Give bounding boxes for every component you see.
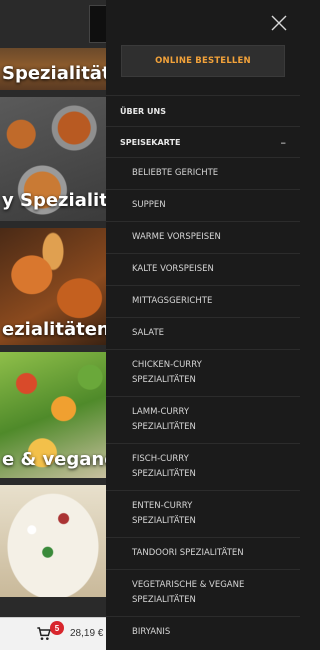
submenu-item[interactable]: BIRYANIS: [106, 616, 300, 648]
category-card[interactable]: Spezialitäten: [0, 48, 106, 90]
submenu-label-line2: SPEZIALITÄTEN: [132, 595, 196, 605]
submenu-label: KALTE VORSPEISEN: [132, 264, 214, 274]
category-label: Spezialitäten: [2, 63, 106, 84]
nav-drawer: ONLINE BESTELLEN ÜBER UNS SPEISEKARTE – …: [106, 0, 300, 650]
submenu-label: BELIEBTE GERICHTE: [132, 168, 219, 178]
submenu-item[interactable]: TANDOORI SPEZIALITÄTEN: [106, 537, 300, 569]
submenu-item[interactable]: LAMM-CURRY SPEZIALITÄTEN: [106, 396, 300, 443]
submenu-item[interactable]: SUPPEN: [106, 189, 300, 221]
cart-count-badge: 5: [50, 621, 64, 635]
submenu-label-line1: FISCH-CURRY: [132, 454, 189, 464]
category-image: [0, 485, 106, 597]
category-card[interactable]: y Spezialitäten: [0, 97, 106, 221]
submenu-item[interactable]: FISCH-CURRY SPEZIALITÄTEN: [106, 443, 300, 490]
category-label: y Spezialitäten: [2, 190, 106, 211]
order-online-button[interactable]: ONLINE BESTELLEN: [121, 45, 285, 77]
submenu-item[interactable]: KALTE VORSPEISEN: [106, 253, 300, 285]
category-label: e & vegane Spe: [2, 449, 106, 470]
submenu-item[interactable]: ENTEN-CURRY SPEZIALITÄTEN: [106, 490, 300, 537]
nav-item-label: ÜBER UNS: [120, 106, 166, 116]
submenu-label: BIRYANIS: [132, 627, 171, 637]
submenu-label-line2: SPEZIALITÄTEN: [132, 516, 196, 526]
submenu-label-line1: LAMM-CURRY: [132, 407, 190, 417]
submenu-label-line1: VEGETARISCHE & VEGANE: [132, 580, 245, 590]
submenu-item[interactable]: BELIEBTE GERICHTE: [106, 157, 300, 189]
cart-total: 28,19 €: [70, 628, 104, 639]
submenu-label-line2: SPEZIALITÄTEN: [132, 375, 196, 385]
submenu-label-line2: SPEZIALITÄTEN: [132, 422, 196, 432]
category-card[interactable]: [0, 485, 106, 597]
submenu-item[interactable]: WARME VORSPEISEN: [106, 221, 300, 253]
submenu-label: SUPPEN: [132, 200, 166, 210]
cart-bar[interactable]: 5 28,19 €: [0, 617, 106, 650]
submenu-item[interactable]: CHICKEN-CURRY SPEZIALITÄTEN: [106, 349, 300, 396]
category-card[interactable]: ezialitäten: [0, 228, 106, 345]
submenu-item[interactable]: VEGETARISCHE & VEGANE SPEZIALITÄTEN: [106, 569, 300, 616]
collapse-icon[interactable]: –: [281, 136, 287, 149]
submenu-label: TANDOORI SPEZIALITÄTEN: [132, 548, 244, 558]
nav-item-about[interactable]: ÜBER UNS: [106, 95, 300, 126]
submenu-label: WARME VORSPEISEN: [132, 232, 221, 242]
background-page: Spezialitäten y Spezialitäten ezialitäte…: [0, 0, 106, 650]
submenu-label-line2: SPEZIALITÄTEN: [132, 469, 196, 479]
nav-item-label: SPEISEKARTE: [120, 137, 181, 147]
submenu-item[interactable]: MITTAGSGERICHTE: [106, 285, 300, 317]
submenu-label-line1: CHICKEN-CURRY: [132, 360, 202, 370]
submenu-label-line1: ENTEN-CURRY: [132, 501, 193, 511]
drawer-menu: ÜBER UNS SPEISEKARTE – BELIEBTE GERICHTE…: [106, 95, 300, 648]
submenu-label: MITTAGSGERICHTE: [132, 296, 213, 306]
submenu-label: SALATE: [132, 328, 165, 338]
nav-item-menu[interactable]: SPEISEKARTE –: [106, 126, 300, 157]
category-card[interactable]: e & vegane Spe: [0, 352, 106, 478]
logo[interactable]: [89, 5, 106, 43]
submenu-item[interactable]: SALATE: [106, 317, 300, 349]
close-icon[interactable]: [270, 14, 288, 32]
category-label: ezialitäten: [2, 319, 106, 340]
